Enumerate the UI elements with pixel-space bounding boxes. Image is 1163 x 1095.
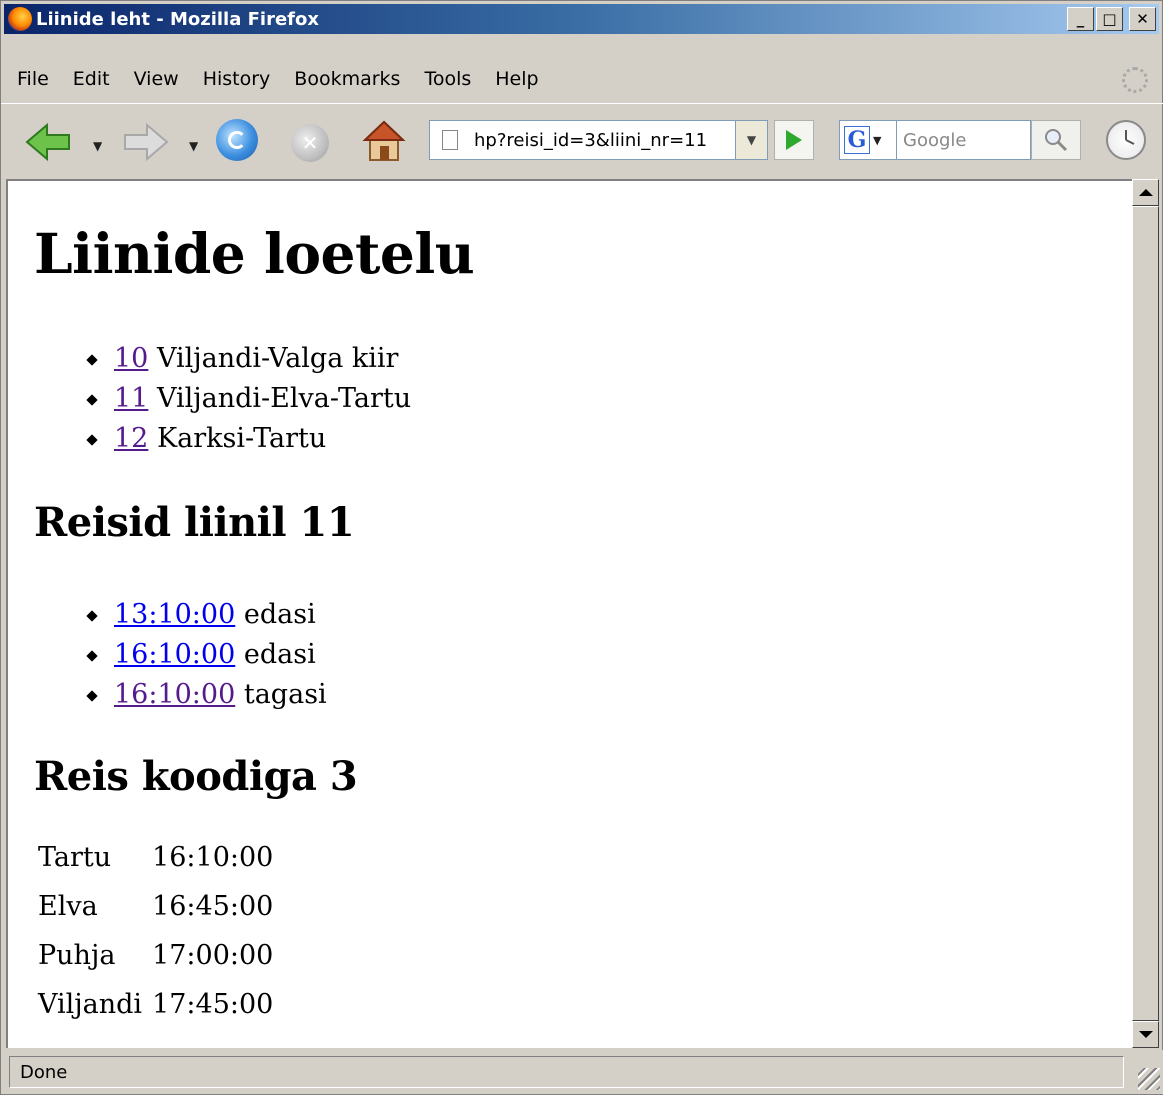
line-link-12[interactable]: 12 <box>114 423 148 454</box>
address-bar[interactable]: hp?reisi_id=3&liini_nr=11 <box>429 120 736 160</box>
table-row: Tartu 16:10:00 <box>34 833 279 882</box>
scroll-up-button[interactable] <box>1132 179 1159 206</box>
minimize-button[interactable]: _ <box>1067 7 1094 31</box>
lines-list: 10 Viljandi-Valga kiir 11 Viljandi-Elva-… <box>82 339 411 459</box>
stop-name: Elva <box>38 891 98 922</box>
navigation-toolbar: ▼ ▼ ✕ hp?reisi_id=3&liini_nr=11 ▼ G ▼ Go… <box>1 103 1163 178</box>
go-arrow-icon <box>786 130 802 150</box>
search-engine-selector[interactable]: G ▼ <box>839 120 897 160</box>
page-icon <box>442 130 458 150</box>
list-item: 12 Karksi-Tartu <box>82 419 411 459</box>
list-item: 10 Viljandi-Valga kiir <box>82 339 411 379</box>
table-row: Puhja 17:00:00 <box>34 931 279 980</box>
search-button[interactable] <box>1031 120 1081 160</box>
home-icon <box>362 120 406 161</box>
stop-name: Puhja <box>38 940 116 971</box>
reload-button[interactable] <box>216 119 258 161</box>
trip-direction: edasi <box>243 599 316 630</box>
scroll-down-button[interactable] <box>1132 1021 1159 1048</box>
search-input[interactable]: Google <box>897 120 1031 160</box>
close-button[interactable]: ✕ <box>1129 7 1156 31</box>
firefox-icon <box>8 7 32 31</box>
reload-icon <box>228 131 246 149</box>
menu-bar: File Edit View History Bookmarks Tools H… <box>4 59 549 99</box>
arrow-down-icon <box>1138 1031 1153 1038</box>
menu-view[interactable]: View <box>134 68 179 90</box>
trips-heading: Reisid liinil 11 <box>34 499 355 546</box>
list-item: 16:10:00 edasi <box>82 635 327 675</box>
line-name: Karksi-Tartu <box>156 423 327 454</box>
stops-table: Tartu 16:10:00 Elva 16:45:00 Puhja 17:00… <box>34 833 279 1029</box>
trip-direction: tagasi <box>243 679 327 710</box>
table-row: Viljandi 17:45:00 <box>34 980 279 1029</box>
forward-history-dropdown-icon[interactable]: ▼ <box>189 139 198 153</box>
throbber-icon <box>1122 67 1148 93</box>
line-link-11[interactable]: 11 <box>114 383 148 414</box>
line-link-10[interactable]: 10 <box>114 343 148 374</box>
trip-heading: Reis koodiga 3 <box>34 753 358 800</box>
maximize-button[interactable]: □ <box>1096 7 1123 31</box>
back-history-dropdown-icon[interactable]: ▼ <box>93 139 102 153</box>
go-button[interactable] <box>774 120 814 160</box>
menu-help[interactable]: Help <box>495 68 538 90</box>
clock-hands-icon <box>1125 130 1135 145</box>
list-item: 13:10:00 edasi <box>82 595 327 635</box>
line-name: Viljandi-Valga kiir <box>156 343 399 374</box>
engine-dropdown-icon: ▼ <box>873 133 882 147</box>
page-title: Liinide loetelu <box>34 221 475 286</box>
stop-name: Tartu <box>38 842 112 873</box>
stop-time: 17:45:00 <box>152 989 274 1020</box>
menu-file[interactable]: File <box>17 68 49 90</box>
back-arrow-icon <box>25 122 70 162</box>
url-history-dropdown-icon[interactable]: ▼ <box>736 120 768 160</box>
stop-name: Viljandi <box>38 989 143 1020</box>
menu-tools[interactable]: Tools <box>424 68 471 90</box>
search-icon <box>1045 129 1068 152</box>
stop-icon: ✕ <box>301 131 319 155</box>
window-title: Liinide leht - Mozilla Firefox <box>36 8 319 30</box>
status-text: Done <box>9 1056 1124 1088</box>
forward-arrow-icon <box>124 122 169 162</box>
menu-bookmarks[interactable]: Bookmarks <box>294 68 400 90</box>
stop-time: 17:00:00 <box>152 940 274 971</box>
vertical-scrollbar[interactable] <box>1132 179 1159 1048</box>
status-bar: Done <box>1 1050 1163 1094</box>
menu-history[interactable]: History <box>203 68 271 90</box>
clock-icon[interactable] <box>1106 120 1146 160</box>
trips-list: 13:10:00 edasi 16:10:00 edasi 16:10:00 t… <box>82 595 327 715</box>
stop-time: 16:45:00 <box>152 891 274 922</box>
trip-link[interactable]: 16:10:00 <box>114 679 235 710</box>
table-row: Elva 16:45:00 <box>34 882 279 931</box>
url-text[interactable]: hp?reisi_id=3&liini_nr=11 <box>474 130 707 151</box>
title-bar: Liinide leht - Mozilla Firefox _ □ ✕ <box>4 4 1159 34</box>
forward-button[interactable] <box>121 122 169 162</box>
window-controls: _ □ ✕ <box>1067 7 1156 31</box>
line-name: Viljandi-Elva-Tartu <box>156 383 412 414</box>
back-button[interactable] <box>25 122 73 162</box>
content-viewport: Liinide loetelu 10 Viljandi-Valga kiir 1… <box>6 179 1134 1048</box>
trip-link[interactable]: 13:10:00 <box>114 599 235 630</box>
arrow-up-icon <box>1138 189 1153 196</box>
stop-button[interactable]: ✕ <box>291 124 329 162</box>
list-item: 11 Viljandi-Elva-Tartu <box>82 379 411 419</box>
trip-direction: edasi <box>243 639 316 670</box>
list-item: 16:10:00 tagasi <box>82 675 327 715</box>
browser-window: Liinide leht - Mozilla Firefox _ □ ✕ Fil… <box>0 0 1163 1095</box>
trip-link[interactable]: 16:10:00 <box>114 639 235 670</box>
home-button[interactable] <box>361 118 407 164</box>
google-icon: G <box>844 126 870 154</box>
scroll-thumb[interactable] <box>1132 206 1159 1021</box>
stop-time: 16:10:00 <box>152 842 274 873</box>
menu-edit[interactable]: Edit <box>73 68 110 90</box>
resize-grip-icon[interactable] <box>1138 1068 1160 1090</box>
